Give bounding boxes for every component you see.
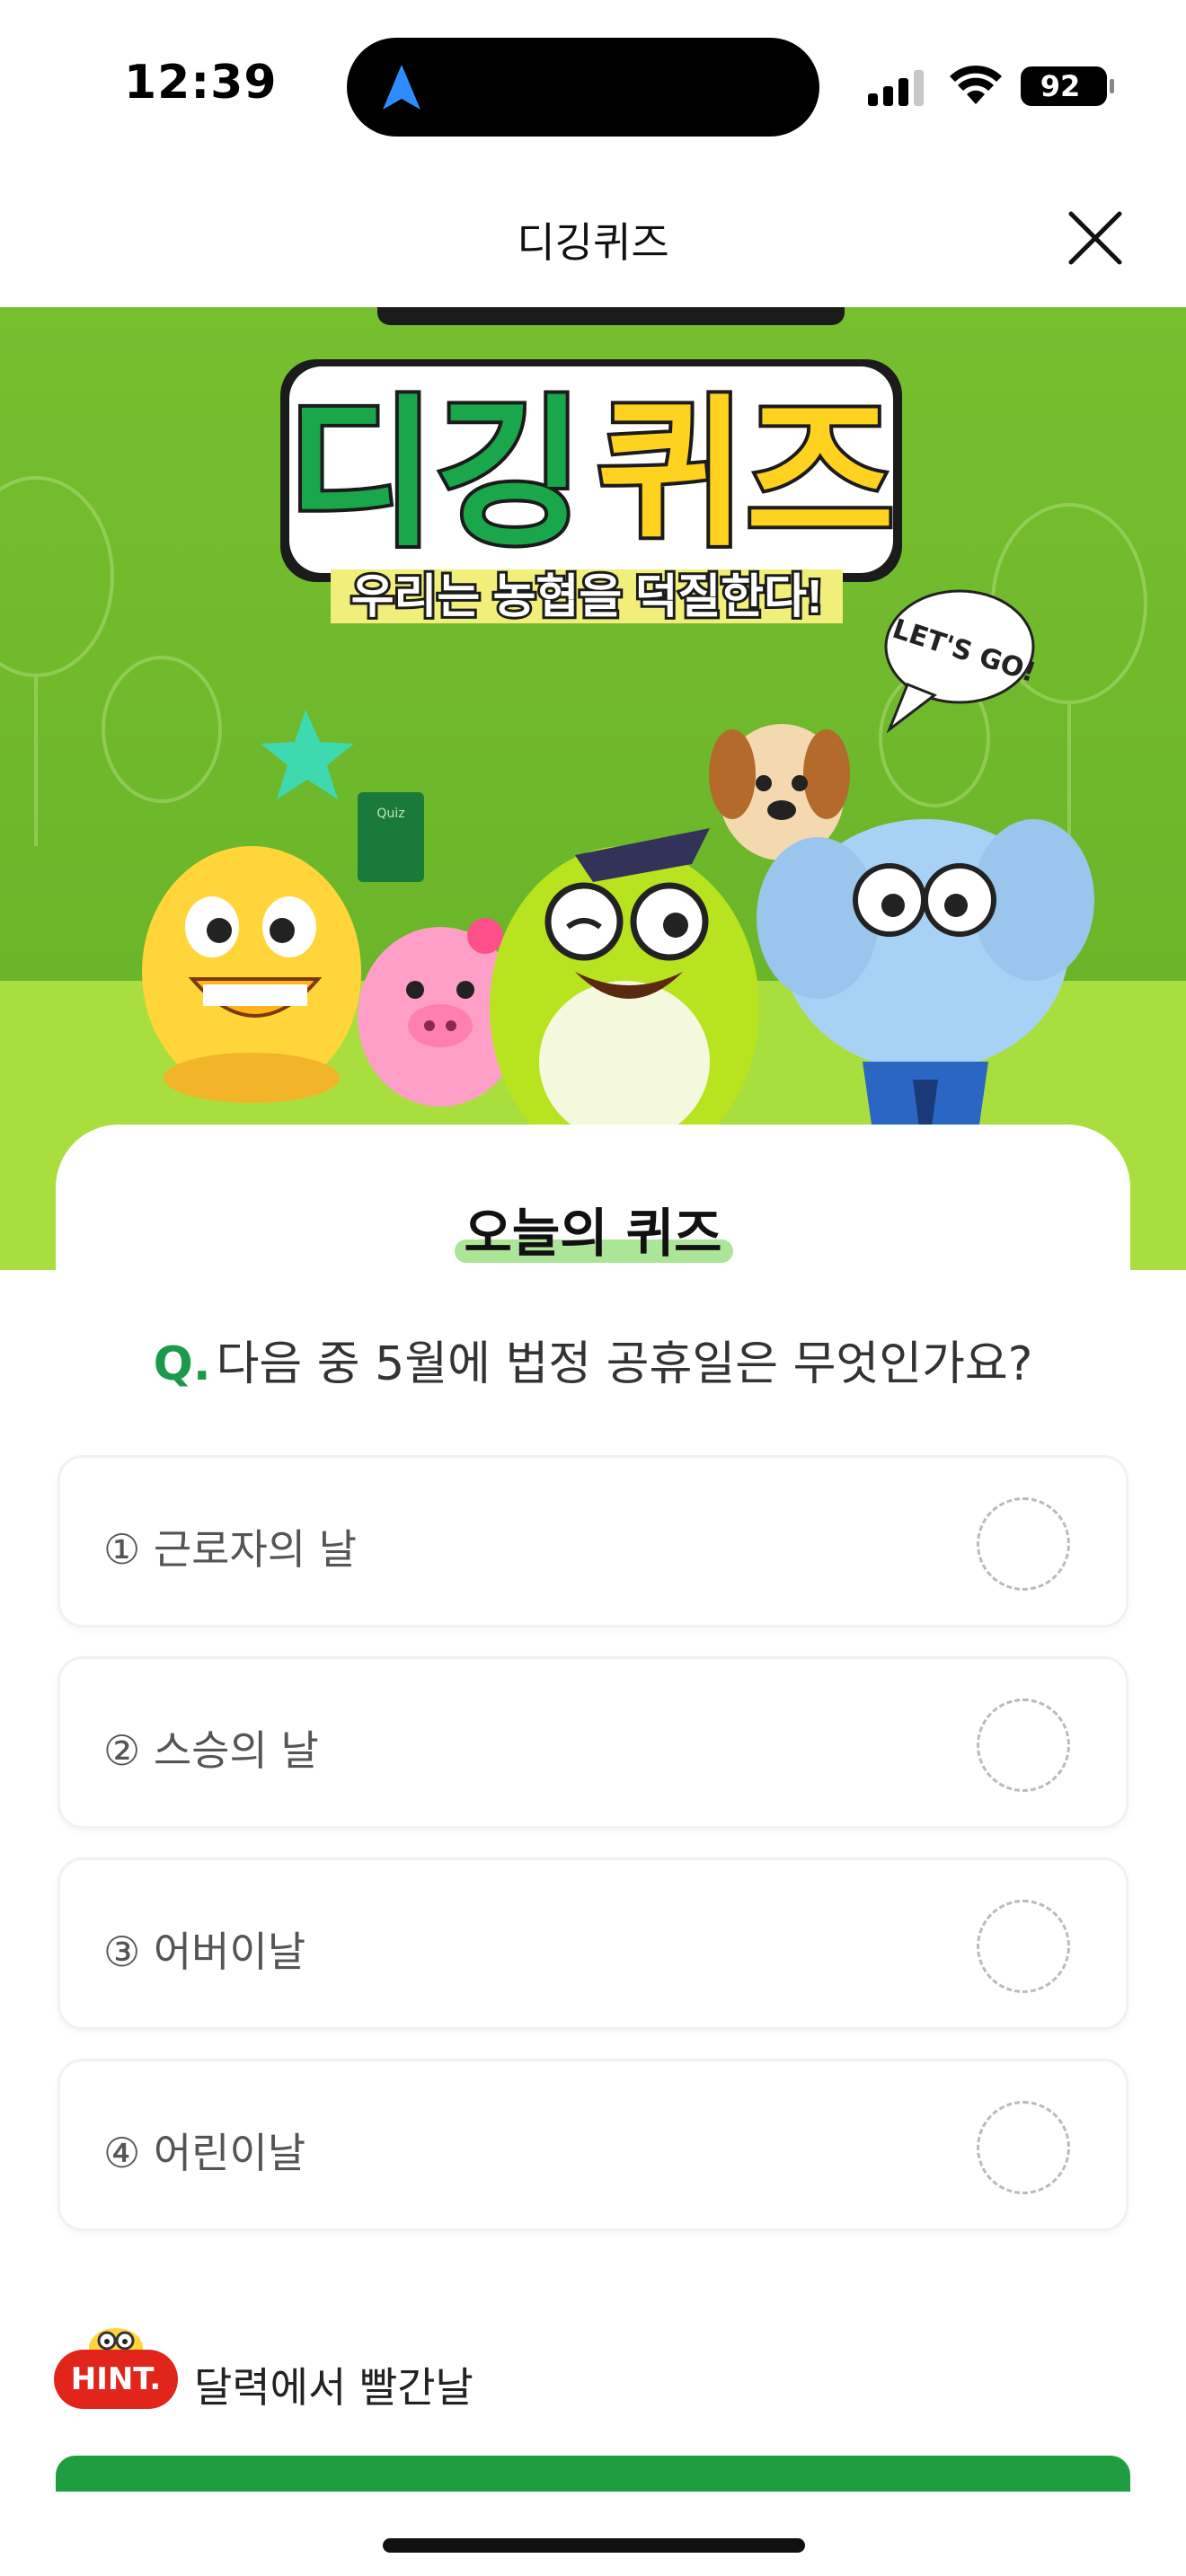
home-indicator[interactable] — [383, 2538, 805, 2553]
page-title: 디깅퀴즈 — [517, 218, 669, 267]
quiz-option-4[interactable]: ④ 어린이날 — [58, 2059, 1128, 2231]
quiz-option-2[interactable]: ② 스승의 날 — [58, 1656, 1128, 1829]
quiz-option-3[interactable]: ③ 어버이날 — [58, 1857, 1128, 2030]
book-label: Quiz — [376, 807, 404, 821]
dynamic-island — [347, 38, 819, 137]
option-radio[interactable] — [977, 1698, 1070, 1792]
option-radio[interactable] — [977, 1497, 1070, 1591]
logo-text-left: 디깅 — [287, 384, 584, 565]
quiz-option-1[interactable]: ① 근로자의 날 — [58, 1455, 1128, 1628]
top-header: 디깅퀴즈 — [0, 180, 1186, 305]
navigation-arrow-icon — [383, 65, 420, 110]
submit-button[interactable] — [56, 2456, 1130, 2492]
status-time: 12:39 — [124, 56, 278, 110]
option-radio[interactable] — [977, 1900, 1070, 1993]
quiz-question: Q. 다음 중 5월에 법정 공휴일은 무엇인가요? — [0, 1326, 1186, 1393]
status-bar: 12:39 92 — [0, 0, 1186, 171]
option-radio[interactable] — [977, 2101, 1070, 2194]
battery-level: 92 — [1040, 69, 1081, 103]
question-text: 다음 중 5월에 법정 공휴일은 무엇인가요? — [216, 1337, 1033, 1391]
logo-text-right: 퀴즈 — [597, 384, 894, 565]
hint-badge: HINT. — [54, 2350, 178, 2409]
hero-tagline: 우리는 농협을 덕질한다! — [351, 571, 823, 623]
quiz-section-title: 오늘의 퀴즈 — [464, 1203, 722, 1264]
option-label: ③ 어버이날 — [103, 1928, 306, 1976]
option-label: ④ 어린이날 — [103, 2129, 306, 2177]
battery-icon: 92 — [1021, 66, 1114, 106]
signal-icon — [868, 70, 924, 106]
close-icon[interactable] — [1066, 208, 1125, 268]
hint-text: 달력에서 빨간날 — [194, 2363, 474, 2412]
wifi-icon — [950, 65, 1002, 104]
option-label: ① 근로자의 날 — [103, 1525, 358, 1574]
question-mark: Q. — [153, 1337, 211, 1391]
option-label: ② 스승의 날 — [103, 1726, 319, 1775]
